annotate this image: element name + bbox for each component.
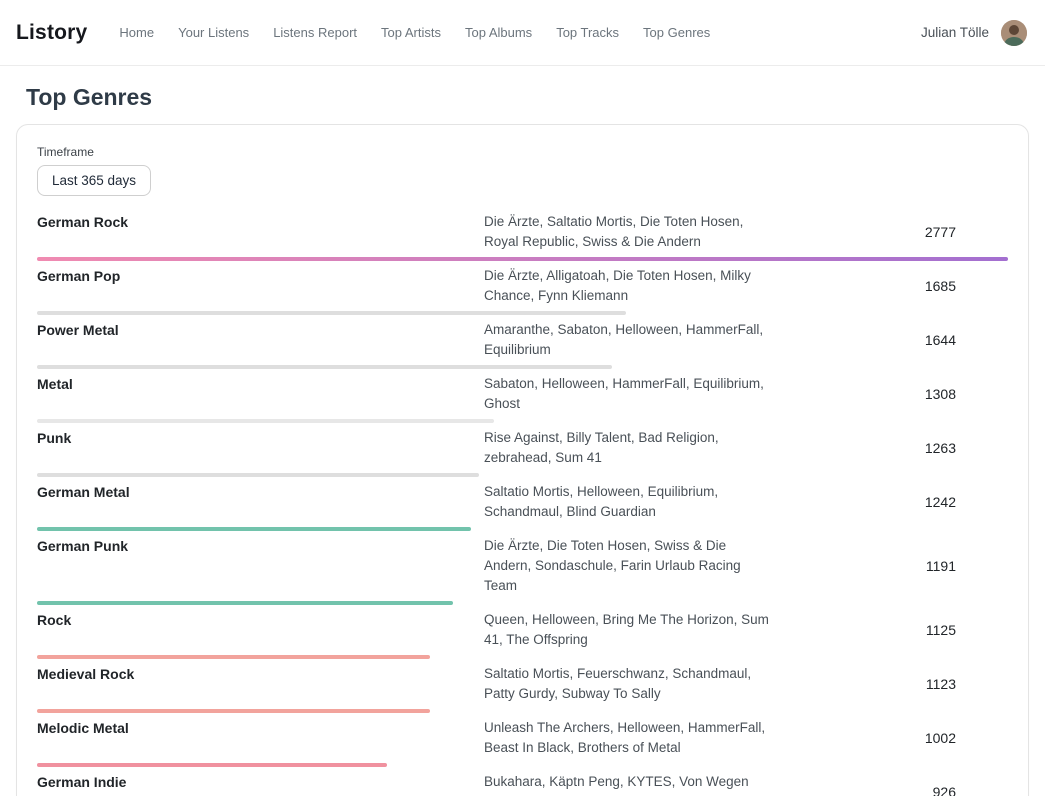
genre-name: Rock bbox=[37, 610, 484, 630]
genre-bar bbox=[37, 365, 612, 369]
genre-name: German Punk bbox=[37, 536, 484, 556]
genre-row: Medieval Rock Saltatio Mortis, Feuerschw… bbox=[37, 664, 1008, 713]
top-nav: Listory Home Your Listens Listens Report… bbox=[0, 0, 1045, 66]
genre-list: German Rock Die Ärzte, Saltatio Mortis, … bbox=[37, 212, 1008, 796]
genre-name: German Metal bbox=[37, 482, 484, 502]
genre-count: 1308 bbox=[776, 386, 1008, 402]
genre-artists: Sabaton, Helloween, HammerFall, Equilibr… bbox=[484, 374, 776, 414]
timeframe-select[interactable]: Last 365 days bbox=[37, 165, 151, 196]
genre-count: 1263 bbox=[776, 440, 1008, 456]
genre-row: Rock Queen, Helloween, Bring Me The Hori… bbox=[37, 610, 1008, 659]
genre-row: German Punk Die Ärzte, Die Toten Hosen, … bbox=[37, 536, 1008, 605]
genre-count: 1002 bbox=[776, 730, 1008, 746]
genre-name: German Pop bbox=[37, 266, 484, 286]
genre-count: 1644 bbox=[776, 332, 1008, 348]
genre-bar bbox=[37, 311, 626, 315]
genre-name: Power Metal bbox=[37, 320, 484, 340]
genre-artists: Die Ärzte, Die Toten Hosen, Swiss & Die … bbox=[484, 536, 776, 596]
genre-count: 1685 bbox=[776, 278, 1008, 294]
genre-artists: Saltatio Mortis, Feuerschwanz, Schandmau… bbox=[484, 664, 776, 704]
timeframe-label: Timeframe bbox=[37, 145, 1008, 159]
genre-bar bbox=[37, 527, 471, 531]
nav-link[interactable]: Listens Report bbox=[273, 25, 357, 40]
genre-count: 1191 bbox=[776, 558, 1008, 574]
genre-name: German Rock bbox=[37, 212, 484, 232]
genre-bar bbox=[37, 655, 430, 659]
genre-row: Power Metal Amaranthe, Sabaton, Hellowee… bbox=[37, 320, 1008, 369]
genre-artists: Die Ärzte, Alligatoah, Die Toten Hosen, … bbox=[484, 266, 776, 306]
genre-row: German Indie Bukahara, Käptn Peng, KYTES… bbox=[37, 772, 1008, 796]
genre-name: Punk bbox=[37, 428, 484, 448]
genre-row: German Pop Die Ärzte, Alligatoah, Die To… bbox=[37, 266, 1008, 315]
genre-artists: Saltatio Mortis, Helloween, Equilibrium,… bbox=[484, 482, 776, 522]
nav-links: Home Your Listens Listens Report Top Art… bbox=[119, 25, 710, 40]
genre-artists: Die Ärzte, Saltatio Mortis, Die Toten Ho… bbox=[484, 212, 776, 252]
nav-link[interactable]: Top Artists bbox=[381, 25, 441, 40]
genre-row: Metal Sabaton, Helloween, HammerFall, Eq… bbox=[37, 374, 1008, 423]
top-genres-card: Timeframe Last 365 days German Rock Die … bbox=[16, 124, 1029, 796]
nav-link[interactable]: Top Albums bbox=[465, 25, 532, 40]
genre-bar bbox=[37, 601, 453, 605]
nav-link[interactable]: Home bbox=[119, 25, 154, 40]
nav-link[interactable]: Top Tracks bbox=[556, 25, 619, 40]
genre-count: 1123 bbox=[776, 676, 1008, 692]
genre-name: Metal bbox=[37, 374, 484, 394]
genre-bar bbox=[37, 419, 494, 423]
genre-name: German Indie bbox=[37, 772, 484, 792]
brand-logo[interactable]: Listory bbox=[16, 21, 87, 45]
genre-artists: Rise Against, Billy Talent, Bad Religion… bbox=[484, 428, 776, 468]
genre-artists: Amaranthe, Sabaton, Helloween, HammerFal… bbox=[484, 320, 776, 360]
nav-link[interactable]: Top Genres bbox=[643, 25, 710, 40]
genre-bar bbox=[37, 763, 387, 767]
genre-row: Melodic Metal Unleash The Archers, Hello… bbox=[37, 718, 1008, 767]
genre-count: 2777 bbox=[776, 224, 1008, 240]
genre-artists: Queen, Helloween, Bring Me The Horizon, … bbox=[484, 610, 776, 650]
user-menu[interactable]: Julian Tölle bbox=[921, 20, 1027, 46]
genre-row: German Metal Saltatio Mortis, Helloween,… bbox=[37, 482, 1008, 531]
nav-link[interactable]: Your Listens bbox=[178, 25, 249, 40]
genre-row: German Rock Die Ärzte, Saltatio Mortis, … bbox=[37, 212, 1008, 261]
genre-name: Melodic Metal bbox=[37, 718, 484, 738]
genre-count: 1125 bbox=[776, 622, 1008, 638]
genre-count: 926 bbox=[776, 784, 1008, 796]
user-avatar-icon[interactable] bbox=[1001, 20, 1027, 46]
main-content: Top Genres Timeframe Last 365 days Germa… bbox=[0, 84, 1045, 796]
genre-bar bbox=[37, 473, 479, 477]
genre-bar bbox=[37, 257, 1008, 261]
genre-artists: Bukahara, Käptn Peng, KYTES, Von Wegen L… bbox=[484, 772, 776, 796]
page-title: Top Genres bbox=[26, 84, 1029, 111]
genre-count: 1242 bbox=[776, 494, 1008, 510]
genre-bar bbox=[37, 709, 430, 713]
user-name: Julian Tölle bbox=[921, 25, 989, 40]
genre-name: Medieval Rock bbox=[37, 664, 484, 684]
genre-artists: Unleash The Archers, Helloween, HammerFa… bbox=[484, 718, 776, 758]
genre-row: Punk Rise Against, Billy Talent, Bad Rel… bbox=[37, 428, 1008, 477]
